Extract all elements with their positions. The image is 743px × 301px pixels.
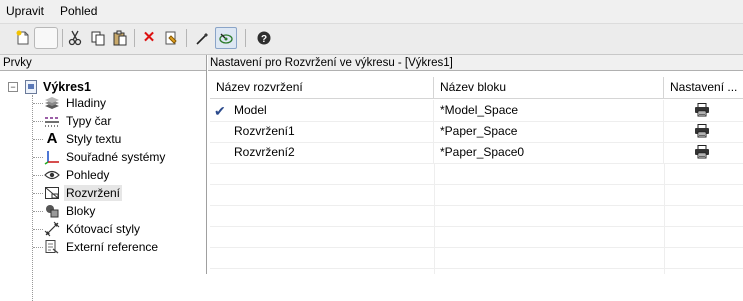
layout-settings-header: Nastavení pro Rozvržení ve výkresu - [Vý…: [208, 55, 743, 71]
cell-layout-name: Rozvržení2: [228, 142, 434, 163]
cell-layout-name: Rozvržení1: [228, 121, 434, 142]
views-icon: [44, 167, 60, 183]
drawing-icon: [25, 80, 37, 94]
new-icon[interactable]: [12, 27, 34, 49]
layouts-icon: [44, 185, 60, 201]
toolbar-separator: [134, 29, 135, 47]
table-row[interactable]: Rozvržení1 *Paper_Space: [210, 121, 743, 143]
elements-panel: Prvky − Výkres1 Hladiny Typy čar A Styly…: [0, 55, 207, 301]
grid-line: [434, 163, 435, 274]
printer-icon[interactable]: [694, 145, 710, 159]
copy-icon[interactable]: [87, 27, 109, 49]
menu-pohled[interactable]: Pohled: [60, 4, 97, 19]
tree-item-label: Typy čar: [66, 114, 112, 128]
tree-item-label: Externí reference: [66, 240, 159, 254]
tree-item-label: Souřadné systémy: [66, 150, 166, 164]
cell-block-name: *Model_Space: [434, 100, 664, 121]
grid-line: [664, 163, 665, 274]
pick-icon[interactable]: [192, 27, 214, 49]
paste-icon[interactable]: [109, 27, 131, 49]
column-header-block-name[interactable]: Název bloku: [434, 77, 664, 98]
layout-settings-panel: Nastavení pro Rozvržení ve výkresu - [Vý…: [208, 55, 743, 274]
dimension-styles-icon: [44, 221, 60, 237]
blocks-icon: [44, 203, 60, 219]
toolbar-separator: [62, 29, 63, 47]
linetypes-icon: [44, 113, 60, 129]
cell-layout-name: Model: [228, 100, 434, 121]
column-header-settings[interactable]: Nastavení ...: [664, 77, 743, 98]
layers-icon: [44, 95, 60, 111]
tree-item-label: Rozvržení: [64, 185, 123, 201]
collapse-icon[interactable]: −: [8, 82, 18, 92]
external-references-icon: [44, 239, 60, 255]
svg-text:?: ?: [261, 34, 267, 45]
printer-icon[interactable]: [694, 124, 710, 138]
toolbar-separator: [245, 29, 246, 47]
cell-block-name: *Paper_Space: [434, 121, 664, 142]
tree-root-drawing[interactable]: − Výkres1: [8, 79, 91, 95]
table-row[interactable]: Rozvržení2 *Paper_Space0: [210, 142, 743, 164]
toolbar: ✕ ?: [0, 24, 743, 55]
delete-icon[interactable]: ✕: [138, 27, 160, 49]
table-header: Název rozvržení Název bloku Nastavení ..…: [210, 77, 743, 99]
table-row[interactable]: ✔ Model *Model_Space: [210, 100, 743, 122]
menu-bar: Upravit Pohled: [0, 0, 743, 24]
coordinate-systems-icon: [44, 149, 60, 165]
cell-block-name: *Paper_Space0: [434, 142, 664, 163]
properties-icon[interactable]: [160, 27, 182, 49]
tree-connector: [32, 95, 33, 301]
tree-item-label: Hladiny: [66, 96, 107, 110]
current-layout-check-icon: ✔: [214, 103, 226, 119]
cut-icon[interactable]: [64, 27, 86, 49]
tree-root-label: Výkres1: [43, 80, 91, 94]
toolbar-separator: [186, 29, 187, 47]
elements-panel-header: Prvky: [0, 55, 206, 71]
tree-item-label: Bloky: [66, 204, 96, 218]
preview-icon[interactable]: [215, 27, 237, 49]
tree-item-label: Pohledy: [66, 168, 110, 182]
blank-button[interactable]: [34, 27, 58, 49]
printer-icon[interactable]: [694, 103, 710, 117]
help-icon[interactable]: ?: [253, 27, 275, 49]
column-header-layout-name[interactable]: Název rozvržení: [210, 77, 434, 98]
tree-item-label: Styly textu: [66, 132, 122, 146]
tree-item-label: Kótovací styly: [66, 222, 141, 236]
text-styles-icon: A: [46, 130, 58, 147]
menu-upravit[interactable]: Upravit: [6, 4, 44, 19]
